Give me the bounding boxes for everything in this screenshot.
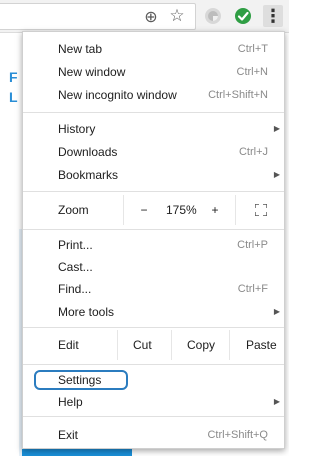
zoom-out-button[interactable]: − — [136, 195, 152, 225]
zoom-in-button[interactable]: + — [209, 195, 221, 225]
zoom-divider — [235, 195, 236, 225]
downloads-shortcut: Ctrl+J — [238, 146, 268, 158]
menu-item-history[interactable]: History ▶ — [23, 118, 284, 140]
star-icon[interactable]: ☆ — [167, 6, 187, 26]
menu-separator — [23, 416, 284, 417]
find-label: Find... — [58, 282, 92, 296]
extension-circle-icon — [205, 8, 221, 24]
new-incognito-label: New incognito window — [58, 88, 177, 102]
submenu-arrow-icon: ▶ — [273, 124, 281, 133]
menu-kebab-icon[interactable]: ⋮ — [263, 5, 283, 27]
menu-item-help[interactable]: Help ▶ — [23, 391, 284, 413]
cast-label: Cast... — [58, 260, 93, 274]
kebab-glyph: ⋮ — [264, 5, 282, 27]
fullscreen-icon[interactable] — [255, 204, 267, 216]
menu-separator — [23, 327, 284, 328]
submenu-arrow-icon: ▶ — [273, 397, 281, 406]
submenu-arrow-icon: ▶ — [273, 307, 281, 316]
edit-label: Edit — [58, 338, 79, 352]
new-tab-label: New tab — [58, 42, 103, 56]
zoom-divider — [123, 195, 124, 225]
menu-separator — [23, 229, 284, 230]
page-strip-letter-2: L — [9, 89, 18, 105]
zoom-level: 175% — [166, 203, 197, 217]
check-circle-icon — [235, 8, 251, 24]
new-window-shortcut: Ctrl+N — [236, 66, 268, 78]
new-window-label: New window — [58, 65, 126, 79]
help-label: Help — [58, 395, 83, 409]
page-strip-letter-1: F — [9, 69, 18, 85]
edit-divider — [117, 330, 118, 360]
browser-toolbar: ⊕ ☆ ⋮ — [0, 0, 289, 33]
edit-divider — [171, 330, 172, 360]
more-tools-label: More tools — [58, 305, 115, 319]
page-left-strip: F L — [0, 33, 20, 228]
page-accent-bar — [22, 448, 132, 456]
settings-highlight-outline — [34, 370, 128, 390]
menu-item-print[interactable]: Print... Ctrl+P — [23, 234, 284, 256]
exit-label: Exit — [58, 428, 79, 442]
edit-divider — [229, 330, 230, 360]
zoom-glyph: ⊕ — [144, 6, 158, 26]
print-label: Print... — [58, 238, 93, 252]
menu-item-exit[interactable]: Exit Ctrl+Shift+Q — [23, 424, 284, 446]
find-shortcut: Ctrl+F — [237, 283, 268, 295]
menu-item-more-tools[interactable]: More tools ▶ — [23, 301, 284, 323]
menu-edit-row: Edit Cut Copy Paste — [23, 330, 284, 360]
history-label: History — [58, 122, 96, 136]
browser-window: ⊕ ☆ ⋮ F L New tab Ctrl+T New window Ctrl… — [0, 0, 289, 456]
extension-icon[interactable] — [203, 6, 223, 26]
zoom-icon[interactable]: ⊕ — [141, 6, 161, 26]
menu-item-new-window[interactable]: New window Ctrl+N — [23, 61, 284, 83]
menu-item-new-tab[interactable]: New tab Ctrl+T — [23, 38, 284, 60]
zoom-label: Zoom — [58, 203, 89, 217]
browser-main-menu: New tab Ctrl+T New window Ctrl+N New inc… — [22, 31, 285, 449]
check-extension-icon[interactable] — [233, 6, 253, 26]
menu-item-new-incognito[interactable]: New incognito window Ctrl+Shift+N — [23, 84, 284, 106]
menu-separator — [23, 191, 284, 192]
menu-separator — [23, 364, 284, 365]
menu-item-cast[interactable]: Cast... — [23, 256, 284, 278]
submenu-arrow-icon: ▶ — [273, 170, 281, 179]
copy-button[interactable]: Copy — [187, 330, 215, 360]
menu-separator — [23, 112, 284, 113]
new-tab-shortcut: Ctrl+T — [237, 43, 268, 55]
cut-button[interactable]: Cut — [133, 330, 152, 360]
paste-button[interactable]: Paste — [246, 330, 277, 360]
new-incognito-shortcut: Ctrl+Shift+N — [208, 89, 268, 101]
star-glyph: ☆ — [169, 6, 185, 26]
menu-item-bookmarks[interactable]: Bookmarks ▶ — [23, 164, 284, 186]
print-shortcut: Ctrl+P — [237, 239, 268, 251]
downloads-label: Downloads — [58, 145, 118, 159]
menu-item-downloads[interactable]: Downloads Ctrl+J — [23, 141, 284, 163]
bookmarks-label: Bookmarks — [58, 168, 119, 182]
menu-zoom-row: Zoom − 175% + — [23, 195, 284, 225]
exit-shortcut: Ctrl+Shift+Q — [207, 429, 268, 441]
menu-item-find[interactable]: Find... Ctrl+F — [23, 278, 284, 300]
